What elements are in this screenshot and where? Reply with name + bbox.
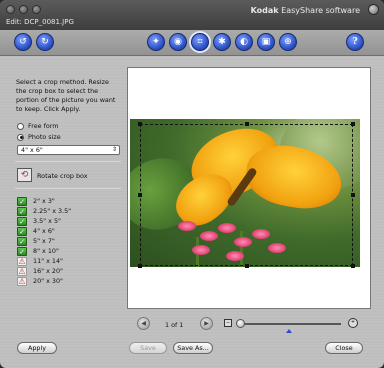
list-item: ✓ 2" x 3" xyxy=(17,196,71,206)
crop-handle[interactable] xyxy=(138,264,142,268)
size-label: 20" x 30" xyxy=(33,277,63,285)
check-icon: ✓ xyxy=(17,216,27,226)
warning-icon: ⚠ xyxy=(17,256,27,266)
zoom-marker-icon xyxy=(286,329,292,333)
rotate-crop-label[interactable]: Rotate crop box xyxy=(37,172,88,180)
size-label: 2" x 3" xyxy=(33,197,55,205)
zoom-out-icon[interactable]: − xyxy=(224,319,232,327)
crop-icon[interactable]: ⌗ xyxy=(191,33,209,51)
editor-window: Kodak EasyShare software Edit: DCP_0081.… xyxy=(0,0,384,368)
redo-icon[interactable]: ↻ xyxy=(36,33,54,51)
check-icon: ✓ xyxy=(17,206,27,216)
size-label: 3.5" x 5" xyxy=(33,217,61,225)
size-label: 16" x 20" xyxy=(33,267,63,275)
title-bar: Kodak EasyShare software Edit: DCP_0081.… xyxy=(0,0,384,30)
page-navigator: ◀ 1 of 1 ▶ − + xyxy=(127,313,371,335)
list-item: ⚠ 16" x 20" xyxy=(17,266,71,276)
crop-handle[interactable] xyxy=(138,193,142,197)
zoom-icon[interactable]: ⊕ xyxy=(279,33,297,51)
effects-icon[interactable]: ✱ xyxy=(213,33,231,51)
crop-handle[interactable] xyxy=(351,193,355,197)
divider xyxy=(15,161,121,162)
option-photo-size[interactable]: Photo size xyxy=(17,133,61,141)
crop-handle[interactable] xyxy=(244,264,249,268)
option-free-form[interactable]: Free form xyxy=(17,122,59,130)
save-button[interactable]: Save xyxy=(129,342,167,354)
free-form-radio[interactable] xyxy=(17,122,24,130)
crop-handle[interactable] xyxy=(244,122,249,126)
undo-icon[interactable]: ↺ xyxy=(14,33,32,51)
close-button[interactable]: Close xyxy=(325,342,363,354)
photo-size-label: Photo size xyxy=(28,133,61,141)
window-close-button[interactable] xyxy=(6,5,15,14)
rotate-crop-icon[interactable]: ⟲ xyxy=(17,168,32,182)
size-label: 11" x 14" xyxy=(33,257,63,265)
list-item: ✓ 3.5" x 5" xyxy=(17,216,71,226)
zoom-in-icon[interactable]: + xyxy=(348,318,358,328)
crop-box[interactable] xyxy=(138,122,355,268)
red-eye-icon[interactable]: ◉ xyxy=(169,33,187,51)
print-size-list: ✓ 2" x 3" ✓ 2.25" x 3.5" ✓ 3.5" x 5" ✓ 4" x … xyxy=(17,196,71,286)
divider xyxy=(15,188,121,189)
photo-size-select[interactable]: 4" x 6" ⇕ xyxy=(17,145,120,155)
size-label: 4" x 6" xyxy=(33,227,55,235)
toolbar-toggle-button[interactable] xyxy=(368,4,379,15)
list-item: ⚠ 20" x 30" xyxy=(17,276,71,286)
border-icon[interactable]: ▣ xyxy=(257,33,275,51)
crop-instructions: Select a crop method. Resize the crop bo… xyxy=(16,78,116,113)
check-icon: ✓ xyxy=(17,226,27,236)
list-item: ⚠ 11" x 14" xyxy=(17,256,71,266)
help-icon[interactable]: ? xyxy=(346,33,364,51)
zoom-slider-handle[interactable] xyxy=(236,319,245,328)
free-form-label: Free form xyxy=(28,122,59,130)
list-item: ✓ 4" x 6" xyxy=(17,226,71,236)
list-item: ✓ 5" x 7" xyxy=(17,236,71,246)
size-label: 8" x 10" xyxy=(33,247,59,255)
brand-label: Kodak EasyShare software xyxy=(250,6,360,15)
edit-toolbar: ↺ ↻ ✦ ◉ ⌗ ✱ ◐ ▣ ⊕ ? xyxy=(0,30,384,56)
list-item: ✓ 2.25" x 3.5" xyxy=(17,206,71,216)
warning-icon: ⚠ xyxy=(17,266,27,276)
list-item: ✓ 8" x 10" xyxy=(17,246,71,256)
size-label: 2.25" x 3.5" xyxy=(33,207,72,215)
check-icon: ✓ xyxy=(17,196,27,206)
color-icon[interactable]: ◐ xyxy=(235,33,253,51)
window-zoom-button[interactable] xyxy=(32,5,41,14)
chevron-updown-icon: ⇕ xyxy=(111,146,117,153)
crop-handle[interactable] xyxy=(351,264,355,268)
zoom-slider[interactable] xyxy=(239,323,341,325)
crop-handle[interactable] xyxy=(138,122,142,126)
apply-button[interactable]: Apply xyxy=(17,342,57,354)
window-minimize-button[interactable] xyxy=(19,5,28,14)
next-page-button[interactable]: ▶ xyxy=(200,317,213,330)
check-icon: ✓ xyxy=(17,236,27,246)
photo-size-radio[interactable] xyxy=(17,133,24,141)
size-label: 5" x 7" xyxy=(33,237,55,245)
page-count: 1 of 1 xyxy=(165,321,184,329)
save-as-button[interactable]: Save As... xyxy=(173,342,213,354)
check-icon: ✓ xyxy=(17,246,27,256)
warning-icon: ⚠ xyxy=(17,276,27,286)
crop-handle[interactable] xyxy=(351,122,355,126)
photo-size-select-value: 4" x 6" xyxy=(21,146,43,154)
previous-page-button[interactable]: ◀ xyxy=(137,317,150,330)
enhance-icon[interactable]: ✦ xyxy=(147,33,165,51)
file-name: Edit: DCP_0081.JPG xyxy=(6,18,74,26)
